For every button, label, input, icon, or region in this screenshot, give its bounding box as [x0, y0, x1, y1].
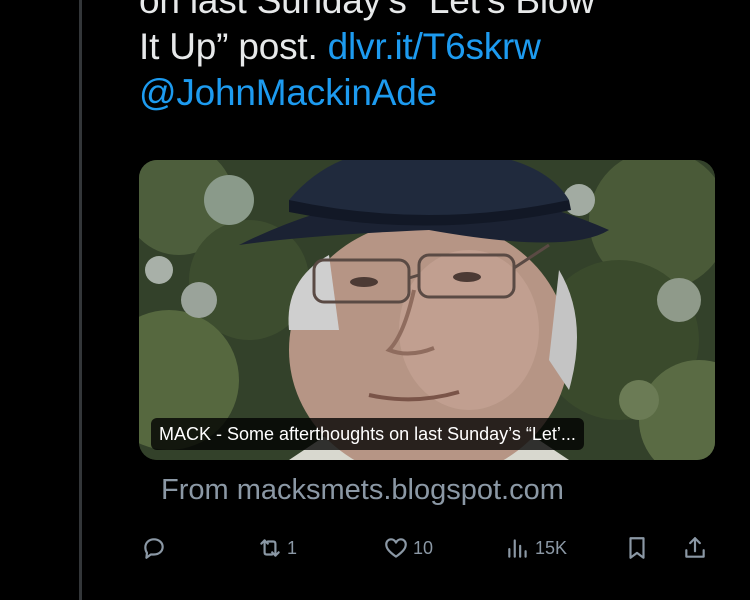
like-count: 10 [413, 537, 434, 558]
reply-button[interactable] [141, 528, 167, 568]
share-icon [685, 537, 705, 558]
heart-icon [385, 538, 407, 558]
views-button[interactable]: 15K [505, 528, 567, 568]
share-button[interactable] [682, 528, 708, 568]
views-count: 15K [535, 537, 568, 558]
tweet-text-line-2-prefix: It Up” post. [139, 26, 328, 67]
retweet-button[interactable]: 1 [257, 528, 297, 568]
tweet-action-bar: 1 10 15K [139, 528, 719, 568]
bookmark-button[interactable] [624, 528, 650, 568]
reply-icon [144, 538, 164, 559]
card-thumbnail-image [139, 160, 715, 460]
tweet-mention[interactable]: @JohnMackinAde [139, 70, 739, 116]
tweet-text-line-1: on last Sunday’s “Let’s Blow [139, 0, 595, 21]
thread-connector-line [79, 0, 82, 600]
tweet-text: on last Sunday’s “Let’s Blow It Up” post… [139, 0, 739, 116]
card-source-domain[interactable]: From macksmets.blogspot.com [161, 470, 564, 510]
like-button[interactable]: 10 [383, 528, 433, 568]
link-preview-card[interactable]: MACK - Some afterthoughts on last Sunday… [139, 160, 715, 460]
retweet-count: 1 [287, 537, 298, 558]
retweet-icon [260, 539, 280, 557]
tweet-link[interactable]: dlvr.it/T6skrw [328, 26, 541, 67]
views-chart-icon [508, 539, 527, 558]
bookmark-icon [629, 537, 645, 559]
tweet-text-line-2: It Up” post. dlvr.it/T6skrw [139, 24, 739, 70]
card-caption: MACK - Some afterthoughts on last Sunday… [151, 418, 584, 450]
